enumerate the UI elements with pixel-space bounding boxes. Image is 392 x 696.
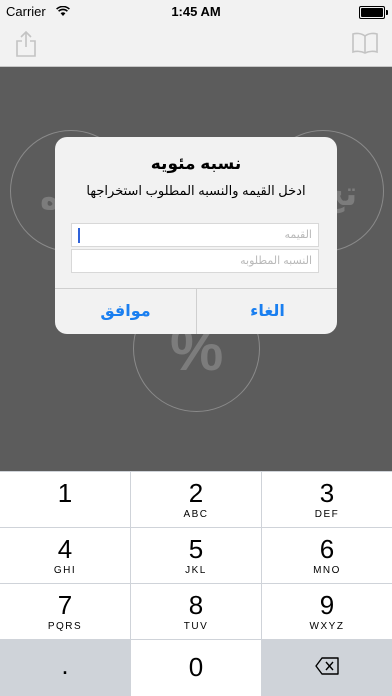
percent-input[interactable]: النسبه المطلوبه	[71, 249, 319, 273]
share-icon[interactable]	[14, 30, 38, 63]
number-pad: 1 2 ABC 3 DEF 4 GHI 5 JKL 6 MNO 7 PQRS 8…	[0, 471, 392, 696]
backspace-icon	[315, 657, 339, 675]
battery-icon	[359, 6, 388, 19]
percentage-alert: نسبه مئويه ادخل القيمه والنسبه المطلوب ا…	[55, 137, 337, 334]
key-decimal[interactable]: .	[0, 640, 130, 696]
key-1[interactable]: 1	[0, 472, 130, 527]
status-time: 1:45 AM	[171, 4, 221, 19]
key-letters: JKL	[185, 565, 207, 576]
key-0[interactable]: 0	[131, 640, 261, 696]
key-digit: 3	[319, 478, 335, 508]
key-letters: WXYZ	[309, 621, 345, 632]
key-5[interactable]: 5 JKL	[131, 528, 261, 583]
key-letters: PQRS	[47, 621, 83, 632]
key-digit: 5	[188, 534, 204, 564]
key-8[interactable]: 8 TUV	[131, 584, 261, 639]
key-digit: 9	[319, 590, 335, 620]
status-bar: Carrier 1:45 AM	[0, 0, 392, 22]
key-9[interactable]: 9 WXYZ	[262, 584, 392, 639]
cancel-button[interactable]: الغاء	[197, 289, 337, 334]
alert-title: نسبه مئويه	[150, 154, 242, 173]
key-3[interactable]: 3 DEF	[262, 472, 392, 527]
key-2[interactable]: 2 ABC	[131, 472, 261, 527]
key-digit: 4	[57, 534, 73, 564]
nav-bar	[0, 22, 392, 67]
ok-button[interactable]: موافق	[55, 289, 196, 334]
value-placeholder: القيمه	[284, 229, 312, 241]
key-digit: 6	[319, 534, 335, 564]
value-input[interactable]: القيمه	[71, 223, 319, 247]
key-digit: 8	[188, 590, 204, 620]
key-letters: GHI	[53, 565, 77, 576]
key-4[interactable]: 4 GHI	[0, 528, 130, 583]
key-digit: .	[61, 650, 69, 680]
key-7[interactable]: 7 PQRS	[0, 584, 130, 639]
book-icon[interactable]	[352, 32, 378, 59]
key-letters: ABC	[183, 509, 209, 520]
text-cursor	[78, 228, 80, 243]
alert-message: ادخل القيمه والنسبه المطلوب استخراجها	[86, 183, 306, 198]
delete-key[interactable]	[262, 640, 392, 696]
key-6[interactable]: 6 MNO	[262, 528, 392, 583]
key-letters: TUV	[183, 621, 209, 632]
key-letters: DEF	[314, 509, 340, 520]
key-digit: 0	[188, 652, 204, 682]
key-digit: 1	[57, 478, 73, 508]
key-digit: 7	[57, 590, 73, 620]
key-digit: 2	[188, 478, 204, 508]
key-letters: MNO	[313, 565, 341, 576]
percent-placeholder: النسبه المطلوبه	[240, 255, 312, 267]
